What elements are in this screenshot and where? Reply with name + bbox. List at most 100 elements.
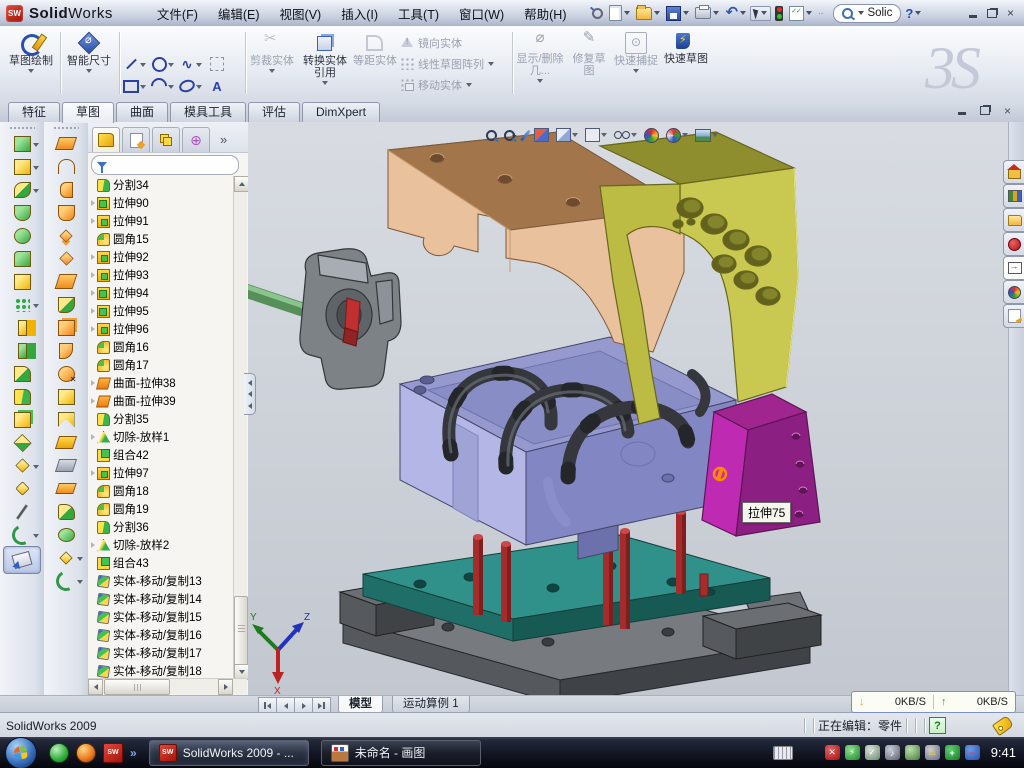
tree-item-movecopy17[interactable]: 实体-移动/复制17 [88, 644, 234, 662]
surface-cylinder-icon[interactable] [48, 523, 84, 546]
tree-item-cutloft1[interactable]: 切除-放样1 [88, 428, 234, 446]
quicklaunch-solidworks-icon[interactable]: SW [103, 743, 123, 763]
start-button[interactable] [5, 737, 37, 768]
quicklaunch-messenger-icon[interactable] [49, 743, 69, 763]
shell-icon[interactable] [4, 247, 40, 270]
move-copy-body-icon[interactable] [4, 431, 40, 454]
tree-item-fillet16[interactable]: 圆角16 [88, 338, 234, 356]
section-view-icon[interactable] [534, 128, 549, 142]
surface-knit-icon[interactable] [48, 316, 84, 339]
surface-revolve-icon[interactable] [48, 155, 84, 178]
tree-item-combine42[interactable]: 组合42 [88, 446, 234, 464]
combine-icon[interactable] [4, 408, 40, 431]
rapid-sketch-button[interactable]: 快速草图 [664, 30, 708, 96]
tab-dimxpert[interactable]: DimXpert [302, 102, 380, 122]
surface-curve-icon[interactable] [48, 569, 84, 592]
taskbar-item-solidworks[interactable]: SW SolidWorks 2009 - ... [149, 740, 309, 766]
reference-plane-icon[interactable] [4, 477, 40, 500]
convert-entities-button[interactable]: 转换实体引用 [299, 30, 351, 96]
surface-replace-icon[interactable] [48, 477, 84, 500]
tag-icon[interactable] [992, 715, 1014, 736]
tab-sketch[interactable]: 草图 [62, 102, 114, 123]
menu-help[interactable]: 帮助(H) [514, 1, 576, 26]
linear-pattern-icon[interactable] [4, 293, 40, 316]
rebuild-button[interactable] [773, 3, 785, 23]
taskbar-item-paint[interactable]: 未命名 - 画图 [321, 740, 481, 766]
tree-item-split36[interactable]: 分割36 [88, 518, 234, 536]
menu-insert[interactable]: 插入(I) [331, 1, 388, 26]
input-method-icon[interactable] [773, 746, 793, 760]
tree-item-split35[interactable]: 分割35 [88, 410, 234, 428]
tree-item-extrude94[interactable]: 拉伸94 [88, 284, 234, 302]
panel-more-icon[interactable]: » [220, 128, 227, 152]
split-icon[interactable] [4, 385, 40, 408]
search-box[interactable]: Solic [833, 4, 901, 23]
tree-item-fillet17[interactable]: 圆角17 [88, 356, 234, 374]
surface-extrude-icon[interactable] [48, 132, 84, 155]
menu-tools[interactable]: 工具(T) [388, 1, 449, 26]
tray-update-icon[interactable]: ✓ [865, 745, 880, 760]
tab-appearances[interactable] [1003, 280, 1024, 304]
hscroll-thumb[interactable] [104, 679, 170, 695]
surface-untrim-icon[interactable]: ✕ [48, 362, 84, 385]
taskbar-clock[interactable]: 9:41 [991, 745, 1016, 760]
restore-button[interactable] [982, 5, 1001, 21]
tree-item-split34[interactable]: 分割34 [88, 176, 234, 194]
surface-mid-icon[interactable] [48, 408, 84, 431]
property-manager-tab[interactable] [122, 127, 150, 152]
menu-file[interactable]: 文件(F) [147, 1, 208, 26]
ellipse-tool[interactable] [179, 78, 195, 94]
scroll-right-button[interactable] [218, 679, 233, 695]
tree-item-fillet19[interactable]: 圆角19 [88, 500, 234, 518]
tray-power-icon[interactable] [905, 745, 920, 760]
toolbar-grip[interactable] [9, 126, 35, 130]
options-button[interactable] [787, 3, 814, 23]
surface-ruled-icon[interactable] [48, 431, 84, 454]
edit-appearance-icon[interactable] [644, 128, 659, 143]
tree-item-surface-extrude39[interactable]: 曲面-拉伸39 [88, 392, 234, 410]
surface-fill-icon[interactable] [48, 247, 84, 270]
sketch-button[interactable]: 草图绘制 [4, 30, 58, 96]
open-document-button[interactable] [634, 3, 662, 23]
tree-item-extrude96[interactable]: 拉伸96 [88, 320, 234, 338]
surface-offset-icon[interactable] [48, 293, 84, 316]
search-input[interactable]: Solic [867, 7, 892, 19]
tray-network-warning-icon[interactable]: ⚠ [925, 745, 940, 760]
tab-file-explorer[interactable] [1003, 208, 1024, 232]
hide-show-items-icon[interactable] [614, 131, 637, 139]
toolbar-grip[interactable] [53, 126, 79, 130]
selection-box-tool[interactable] [209, 56, 225, 72]
tree-item-extrude92[interactable]: 拉伸92 [88, 248, 234, 266]
menu-window[interactable]: 窗口(W) [449, 1, 514, 26]
tray-health-icon[interactable]: + [945, 745, 960, 760]
tree-item-movecopy16[interactable]: 实体-移动/复制16 [88, 626, 234, 644]
quicklaunch-app-icon[interactable] [76, 743, 96, 763]
dimxpert-manager-tab[interactable]: ⊕ [182, 127, 210, 152]
doc-restore-button[interactable] [976, 103, 993, 118]
panel-splitter-handle[interactable] [244, 373, 256, 415]
tray-volume-icon[interactable]: ♪ [885, 745, 900, 760]
rectangle-tool[interactable] [123, 78, 139, 94]
apply-scene-icon[interactable] [666, 128, 688, 143]
new-document-button[interactable] [607, 3, 632, 23]
menu-edit[interactable]: 编辑(E) [208, 1, 270, 26]
feature-manager-tab[interactable] [92, 127, 120, 152]
tree-item-surface-extrude38[interactable]: 曲面-拉伸38 [88, 374, 234, 392]
smart-dimension-button[interactable]: 智能尺寸 [62, 30, 116, 96]
tree-item-combine43[interactable]: 组合43 [88, 554, 234, 572]
curve-icon[interactable] [4, 523, 40, 546]
surface-boundary-icon[interactable] [48, 224, 84, 247]
network-speed-widget[interactable]: ↓0KB/S ↑0KB/S [851, 691, 1016, 713]
surface-trim-icon[interactable] [48, 339, 84, 362]
sketch-text-tool[interactable]: A [209, 78, 225, 94]
swept-boss-icon[interactable] [4, 224, 40, 247]
reference-point-icon[interactable] [4, 454, 40, 477]
scroll-left-button[interactable] [88, 679, 103, 695]
surface-ref-point-icon[interactable] [48, 546, 84, 569]
tree-item-cutloft2[interactable]: 切除-放样2 [88, 536, 234, 554]
tab-sw-resources[interactable] [1003, 160, 1024, 184]
zoom-to-fit-icon[interactable] [486, 130, 497, 141]
tree-item-movecopy14[interactable]: 实体-移动/复制14 [88, 590, 234, 608]
tree-item-extrude95[interactable]: 拉伸95 [88, 302, 234, 320]
extruded-boss-icon[interactable] [4, 132, 40, 155]
